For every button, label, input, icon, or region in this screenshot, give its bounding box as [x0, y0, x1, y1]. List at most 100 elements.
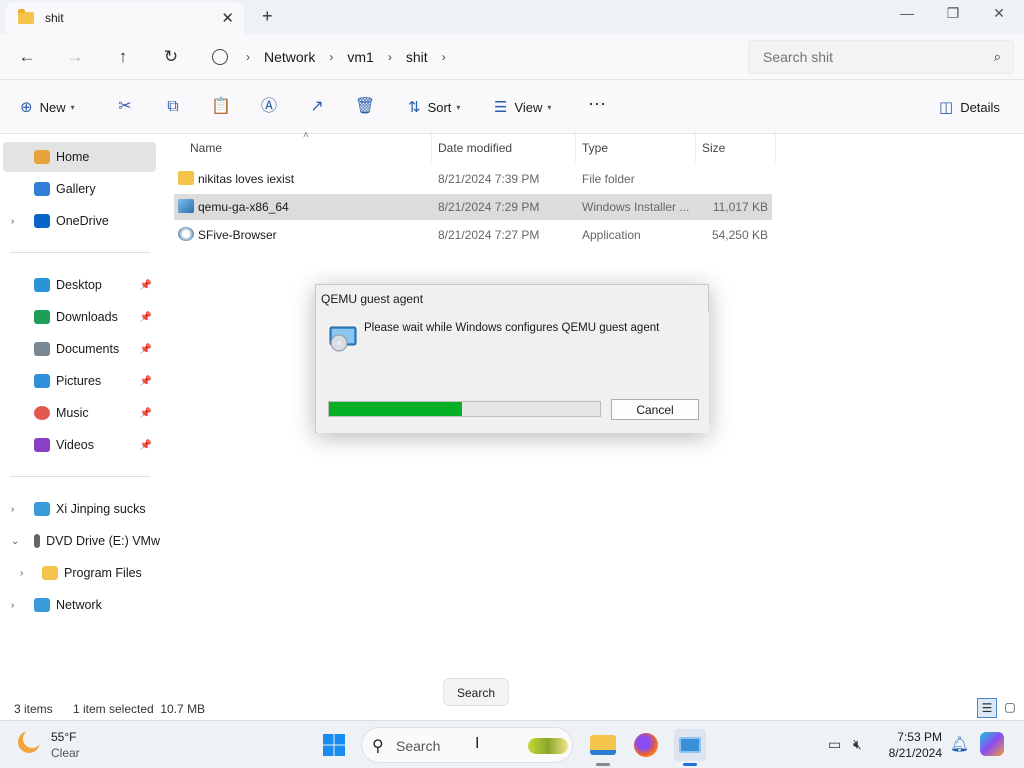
file-size: 54,250 KB [711, 228, 768, 242]
tiles-view-icon[interactable]: ▢ [1001, 698, 1019, 718]
sidebar-item-pictures[interactable]: Pictures 📌 [0, 366, 160, 396]
maximize-icon[interactable]: ❐ [938, 5, 968, 22]
volume-muted-icon[interactable]: 🔇︎ [853, 736, 862, 753]
chevron-down-icon[interactable]: ⌄ [11, 536, 19, 547]
search-input[interactable] [749, 41, 969, 73]
weather-temperature[interactable]: 55°F [51, 730, 76, 744]
pin-icon[interactable]: 📌 [140, 408, 152, 419]
taskbar-search[interactable]: ⚲ Search I [361, 727, 573, 763]
breadcrumb-separator[interactable]: › [442, 50, 446, 64]
installer-disc-icon [679, 737, 701, 753]
more-options-button[interactable]: ··· [588, 91, 606, 115]
sidebar-item-music[interactable]: Music 📌 [0, 398, 160, 428]
table-row[interactable]: SFive-Browser 8/21/2024 7:27 PM Applicat… [174, 222, 772, 248]
chevron-right-icon[interactable]: › [20, 568, 23, 579]
status-bar: 3 items 1 item selected 10.7 MB ☰ ▢ [0, 696, 1024, 720]
pin-icon[interactable]: 📌 [140, 280, 152, 291]
breadcrumb-separator: › [246, 50, 250, 64]
column-header-date[interactable]: Date modified [432, 134, 576, 162]
sort-button[interactable]: ⇅ Sort ▾ [408, 95, 460, 119]
share-icon[interactable]: ↗ [305, 95, 329, 119]
sidebar-item-videos[interactable]: Videos 📌 [0, 430, 160, 460]
copy-icon[interactable]: ⧉ [161, 95, 185, 119]
search-icon[interactable]: ⌕ [994, 49, 1001, 65]
weather-description[interactable]: Clear [51, 746, 80, 760]
sidebar-item-home[interactable]: Home [3, 142, 156, 172]
breadcrumb-network[interactable]: Network [264, 49, 315, 65]
search-icon: ⚲ [372, 738, 384, 755]
sidebar-item-this-pc[interactable]: › Xi Jinping sucks [0, 494, 160, 524]
breadcrumb-separator[interactable]: › [388, 50, 392, 64]
chevron-right-icon[interactable]: › [11, 504, 14, 515]
sidebar-item-label: Desktop [56, 278, 102, 292]
network-icon [34, 598, 50, 612]
firefox-taskbar-icon[interactable] [630, 729, 662, 761]
close-icon[interactable]: ✕ [984, 5, 1014, 22]
sidebar-item-program-files[interactable]: › Program Files [0, 558, 160, 588]
forward-icon[interactable]: → [62, 44, 88, 70]
table-row[interactable]: nikitas loves iexist 8/21/2024 7:39 PM F… [174, 166, 772, 192]
paste-icon[interactable]: 📋 [209, 95, 233, 119]
pin-icon[interactable]: 📌 [140, 344, 152, 355]
breadcrumb-vm1[interactable]: vm1 [347, 49, 373, 65]
details-view-icon[interactable]: ☰ [977, 698, 997, 718]
clock-time[interactable]: 7:53 PM [880, 730, 942, 744]
onedrive-cloud-icon [34, 214, 50, 228]
cancel-button[interactable]: Cancel [611, 399, 699, 420]
breadcrumb-shit[interactable]: shit [406, 49, 428, 65]
sidebar-item-downloads[interactable]: Downloads 📌 [0, 302, 160, 332]
delete-icon[interactable]: 🗑 [353, 95, 377, 119]
folder-icon [178, 171, 194, 185]
file-explorer-taskbar-icon[interactable] [587, 729, 619, 761]
notification-bell-icon[interactable]: 🔔︎ [950, 735, 969, 753]
sidebar-item-onedrive[interactable]: › OneDrive [0, 206, 160, 236]
chevron-down-icon: ▾ [70, 102, 75, 112]
application-icon [178, 227, 194, 241]
windows-start-icon[interactable] [322, 733, 346, 757]
pin-icon[interactable]: 📌 [140, 440, 152, 451]
sidebar-item-dvd-drive[interactable]: ⌄ DVD Drive (E:) VMw [0, 526, 160, 556]
column-header-name[interactable]: Name [184, 134, 432, 162]
sidebar-item-label: Xi Jinping sucks [56, 502, 146, 516]
copilot-icon[interactable] [980, 732, 1004, 756]
network-status-icon[interactable]: ▭ [828, 736, 841, 753]
details-button[interactable]: ◫ Details [939, 95, 1000, 119]
rename-icon[interactable]: Ⓐ [257, 95, 281, 119]
sidebar-item-network[interactable]: › Network [0, 590, 160, 620]
sidebar-item-desktop[interactable]: Desktop 📌 [0, 270, 160, 300]
sidebar-item-label: DVD Drive (E:) VMw [46, 534, 160, 548]
chevron-right-icon[interactable]: › [11, 216, 14, 227]
search-box[interactable]: ⌕ [748, 40, 1014, 74]
progress-bar [328, 401, 601, 417]
music-icon [34, 406, 50, 420]
new-tab-icon[interactable]: + [262, 6, 273, 27]
back-icon[interactable]: ← [14, 44, 40, 70]
home-icon [34, 150, 50, 164]
refresh-icon[interactable]: ↻ [158, 44, 184, 70]
command-bar: ⊕ New ▾ ✂ ⧉ 📋 Ⓐ ↗ 🗑 ⇅ Sort ▾ ☰ View ▾ ··… [0, 80, 1024, 134]
moon-weather-icon[interactable] [18, 731, 40, 753]
chevron-right-icon[interactable]: › [11, 600, 14, 611]
sidebar-item-gallery[interactable]: Gallery [0, 174, 160, 204]
pin-icon[interactable]: 📌 [140, 376, 152, 387]
pin-icon[interactable]: 📌 [140, 312, 152, 323]
breadcrumb[interactable]: › Network › vm1 › shit › [204, 40, 736, 74]
installer-taskbar-icon[interactable] [674, 729, 706, 761]
tab-shit[interactable]: shit ✕ [6, 2, 244, 34]
sort-icon: ⇅ [408, 99, 421, 116]
pictures-icon [34, 374, 50, 388]
view-button[interactable]: ☰ View ▾ [494, 95, 551, 119]
column-header-type[interactable]: Type [576, 134, 696, 162]
table-row[interactable]: qemu-ga-x86_64 8/21/2024 7:29 PM Windows… [174, 194, 772, 220]
up-icon[interactable]: ↑ [110, 44, 136, 70]
cut-icon[interactable]: ✂ [113, 95, 137, 119]
minimize-icon[interactable]: — [892, 5, 922, 21]
file-date: 8/21/2024 7:27 PM [438, 228, 540, 242]
progress-fill [329, 402, 462, 416]
new-button[interactable]: ⊕ New ▾ [20, 95, 75, 119]
column-header-size[interactable]: Size [696, 134, 776, 162]
breadcrumb-separator[interactable]: › [329, 50, 333, 64]
sidebar-item-documents[interactable]: Documents 📌 [0, 334, 160, 364]
tab-close-icon[interactable]: ✕ [221, 9, 234, 27]
clock-date[interactable]: 8/21/2024 [880, 746, 942, 760]
